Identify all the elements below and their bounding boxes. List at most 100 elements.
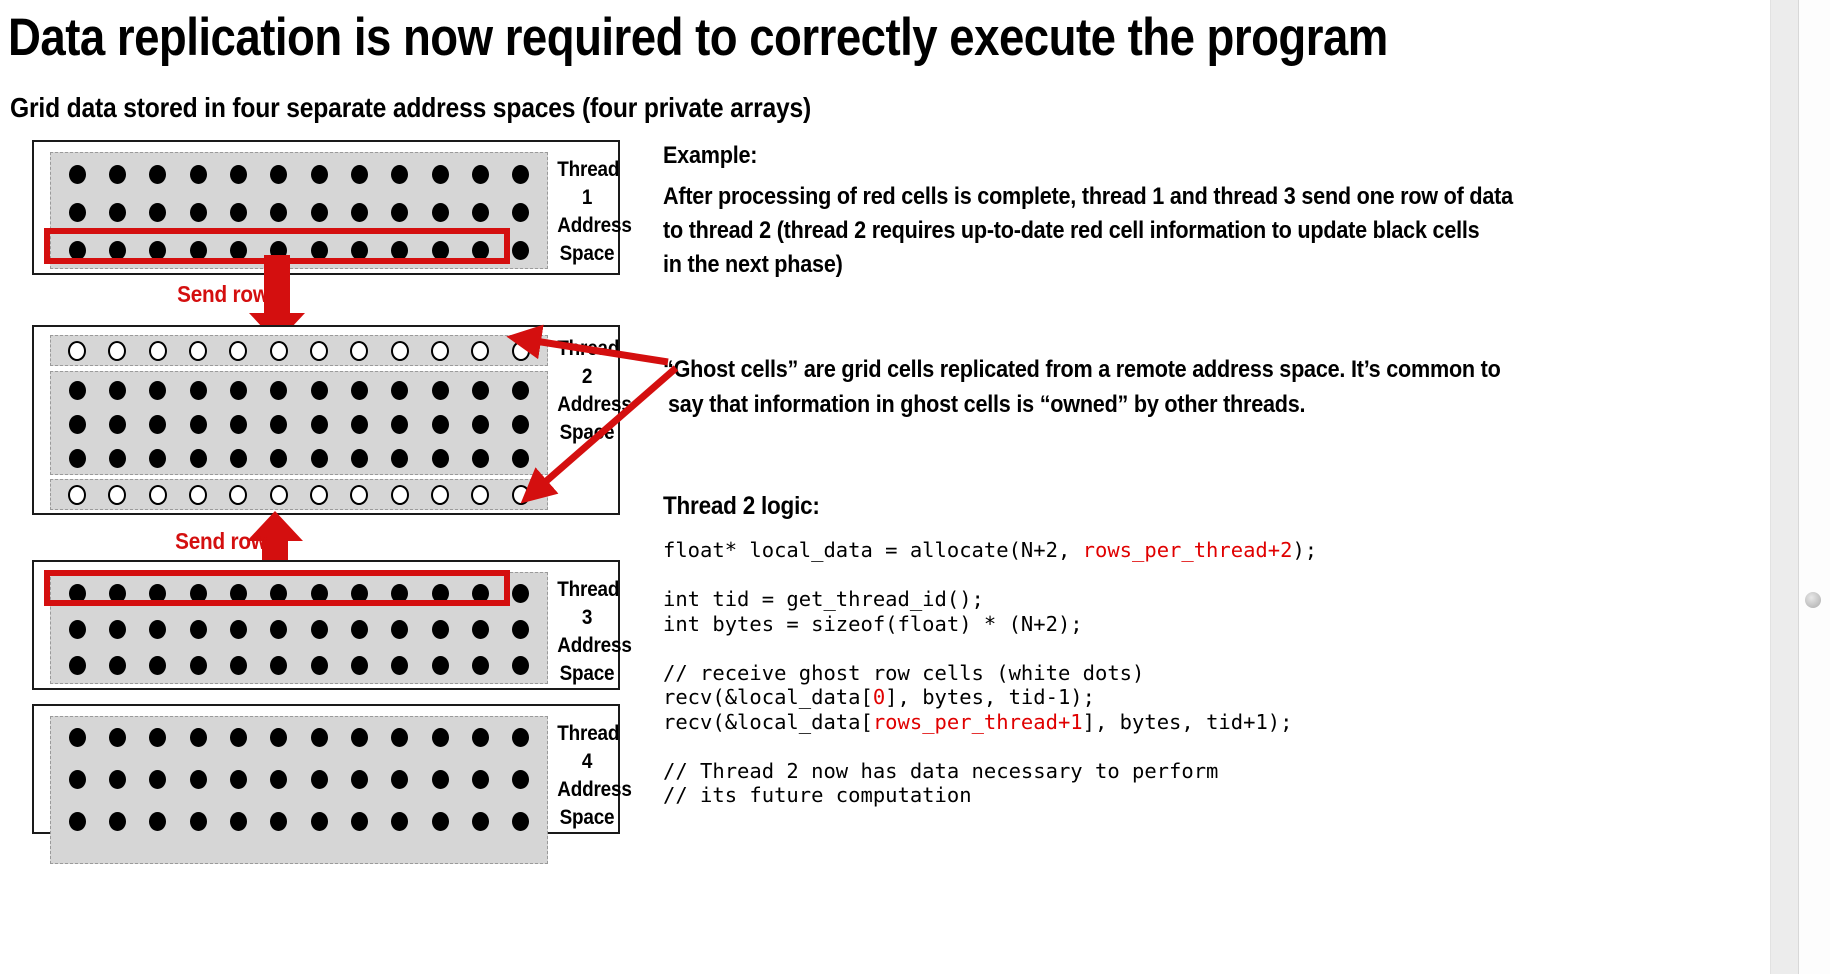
grid-cell xyxy=(512,619,530,639)
grid-cell xyxy=(229,727,247,747)
grid-cell xyxy=(350,414,368,434)
grid-cell xyxy=(270,811,288,831)
grid-cell xyxy=(149,380,167,400)
thread-label-line: Space xyxy=(559,241,615,265)
grid-cell xyxy=(350,655,368,675)
grid-cell xyxy=(512,811,530,831)
grid-cell xyxy=(189,769,207,789)
send-row-label-bottom: Send row xyxy=(175,528,267,554)
code-token: recv(&local_data[ xyxy=(663,709,873,734)
grid-cell xyxy=(189,202,207,222)
grid-cell xyxy=(270,448,288,468)
grid-cell xyxy=(108,769,126,789)
grid-cell xyxy=(189,727,207,747)
ghost-cell xyxy=(511,485,530,505)
grid-cell xyxy=(108,811,126,831)
code-token: ], bytes, tid+1); xyxy=(1082,709,1293,734)
vertical-scrollbar-track[interactable] xyxy=(1798,0,1830,974)
grid-cell xyxy=(471,414,489,434)
code-token: // its future computation xyxy=(663,783,972,807)
grid-cell xyxy=(310,619,328,639)
code-token: int bytes = sizeof(float) * (N+2); xyxy=(663,611,1083,636)
grid-cell xyxy=(391,202,409,222)
ghost-cell xyxy=(229,485,248,505)
grid-cell xyxy=(310,380,328,400)
ghost-cell xyxy=(269,485,288,505)
ghost-cell xyxy=(189,341,208,361)
thread-label-line: Address xyxy=(557,633,632,657)
grid-cell xyxy=(431,619,449,639)
thread-1-label: Thread 1 Address Space xyxy=(557,156,632,268)
ghost-cell xyxy=(350,341,369,361)
code-token-highlight: 0 xyxy=(872,685,886,709)
grid-cell xyxy=(391,769,409,789)
grid-cell xyxy=(471,202,489,222)
grid-cell xyxy=(270,380,288,400)
grid-cell xyxy=(68,727,86,747)
ghost-cell xyxy=(148,341,167,361)
grid-cell xyxy=(229,202,247,222)
grid-cell xyxy=(512,727,530,747)
grid-cell xyxy=(431,769,449,789)
grid-cell xyxy=(471,619,489,639)
grid-cell xyxy=(512,769,530,789)
grid-cell xyxy=(431,202,449,222)
grid-cell xyxy=(471,811,489,831)
code-line: recv(&local_data[rows_per_thread+1], byt… xyxy=(663,710,1317,735)
grid-cell xyxy=(512,448,530,468)
grid-row xyxy=(51,615,547,643)
grid-cell xyxy=(431,448,449,468)
thread-2-logic-heading: Thread 2 logic: xyxy=(663,492,820,520)
grid-cell xyxy=(149,448,167,468)
thread-label-line: Thread 4 xyxy=(557,722,620,773)
ghost-cell xyxy=(229,341,248,361)
grid-cell xyxy=(108,414,126,434)
page-title: Data replication is now required to corr… xyxy=(8,8,1388,67)
grid-cell xyxy=(149,811,167,831)
slide-canvas: Data replication is now required to corr… xyxy=(0,0,1770,974)
grid-cell xyxy=(471,769,489,789)
grid-cell xyxy=(512,583,530,603)
grid-cell xyxy=(391,655,409,675)
grid-cell xyxy=(310,414,328,434)
grid-cell xyxy=(310,202,328,222)
code-token: // receive ghost row cells (white dots) xyxy=(663,660,1145,685)
grid-cell xyxy=(431,727,449,747)
ghost-cell xyxy=(310,485,329,505)
grid-cell xyxy=(189,380,207,400)
grid-cell xyxy=(229,811,247,831)
grid-cell xyxy=(270,202,288,222)
grid-cell xyxy=(189,619,207,639)
thread-3-label: Thread 3 Address Space xyxy=(557,576,632,688)
grid-cell xyxy=(108,164,126,184)
grid-cell xyxy=(68,769,86,789)
grid-cell xyxy=(431,655,449,675)
grid-cell xyxy=(149,727,167,747)
grid-cell xyxy=(149,619,167,639)
grid-cell xyxy=(68,811,86,831)
grid-row xyxy=(51,376,547,404)
grid-cell xyxy=(229,769,247,789)
thread-4-grid-panel xyxy=(50,716,548,864)
thread-2-ghost-panel-top xyxy=(50,335,548,366)
grid-cell xyxy=(512,240,530,260)
grid-cell xyxy=(431,164,449,184)
grid-cell xyxy=(391,414,409,434)
ghost-cell xyxy=(310,341,329,361)
thread-label-line: Space xyxy=(559,805,615,829)
grid-cell xyxy=(350,619,368,639)
vertical-scrollbar-thumb[interactable] xyxy=(1805,592,1821,608)
code-token-highlight: rows_per_thread+2 xyxy=(1082,538,1293,562)
grid-cell xyxy=(350,811,368,831)
grid-cell xyxy=(471,448,489,468)
grid-cell xyxy=(189,448,207,468)
thread-2-label: Thread 2 Address Space xyxy=(557,335,632,447)
grid-cell xyxy=(68,448,86,468)
thread-label-line: Thread 3 xyxy=(557,578,620,629)
grid-cell xyxy=(471,655,489,675)
ghost-cell xyxy=(108,485,127,505)
grid-cell xyxy=(512,202,530,222)
grid-cell xyxy=(68,380,86,400)
thread-label-line: Space xyxy=(559,661,615,685)
